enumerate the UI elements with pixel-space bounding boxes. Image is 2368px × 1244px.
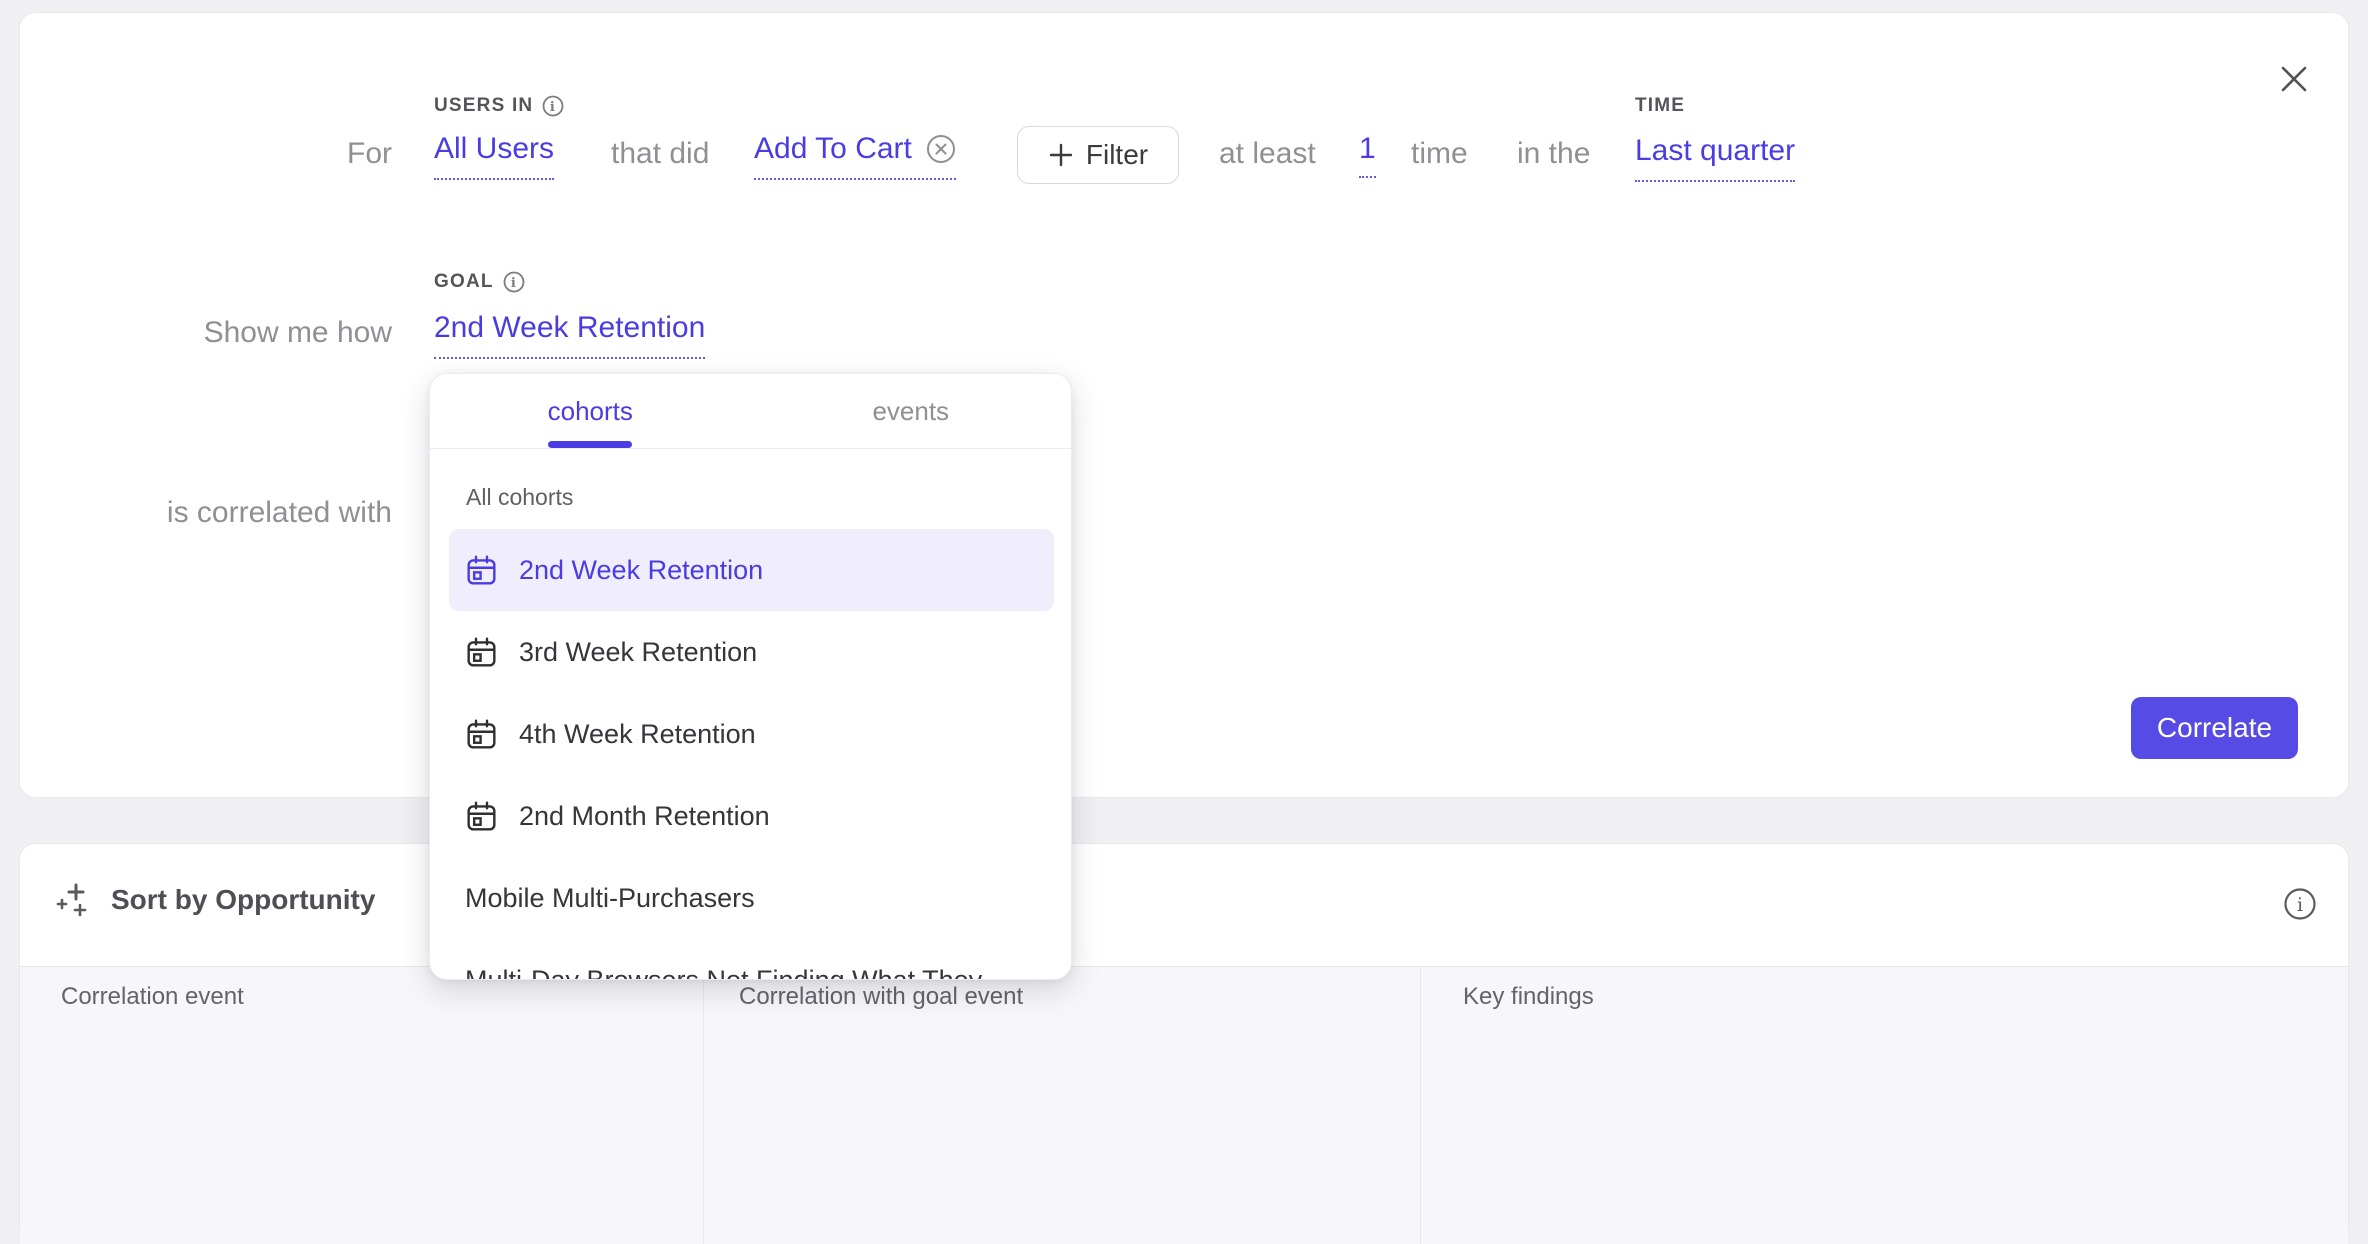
time-range-selector[interactable]: Last quarter — [1635, 134, 1795, 182]
sort-by-opportunity-label: Sort by Opportunity — [111, 884, 375, 916]
goal-dropdown: cohorts events All cohorts 2nd Week Rete… — [429, 373, 1072, 980]
svg-text:i: i — [550, 100, 556, 115]
for-prefix: For — [101, 137, 392, 171]
goal-label-row: GOAL i — [434, 271, 525, 293]
users-in-label-row: USERS IN i — [434, 95, 564, 117]
time-range-value: Last quarter — [1635, 134, 1795, 182]
users-in-selector[interactable]: All Users — [434, 132, 554, 180]
sort-by-opportunity-button[interactable]: Sort by Opportunity — [54, 880, 375, 920]
sparkle-icon — [54, 880, 94, 920]
time-label: TIME — [1635, 95, 1685, 117]
column-header-correlation-with-goal-event[interactable]: Correlation with goal event — [703, 967, 1420, 1244]
dropdown-tabs: cohorts events — [430, 374, 1071, 449]
remove-event-icon[interactable] — [926, 134, 956, 164]
info-icon[interactable]: i — [503, 271, 525, 293]
info-icon[interactable]: i — [2283, 887, 2317, 921]
info-icon[interactable]: i — [542, 95, 564, 117]
show-me-how-word: Show me how — [204, 316, 392, 349]
calendar-icon — [465, 554, 498, 587]
column-header-correlation-event[interactable]: Correlation event — [20, 967, 703, 1244]
list-item-3rd-week-retention[interactable]: 3rd Week Retention — [449, 611, 1054, 693]
goal-selector[interactable]: 2nd Week Retention — [434, 311, 705, 359]
goal-value: 2nd Week Retention — [434, 311, 705, 359]
list-item-multi-day-browsers[interactable]: Multi-Day Browsers Not Finding What They — [449, 939, 1054, 980]
at-least-word: at least — [1219, 137, 1316, 171]
calendar-icon — [465, 800, 498, 833]
for-word: For — [347, 137, 392, 170]
add-filter-button[interactable]: Filter — [1017, 126, 1179, 184]
filter-button-label: Filter — [1086, 139, 1148, 171]
list-item-4th-week-retention[interactable]: 4th Week Retention — [449, 693, 1054, 775]
list-item-label: 2nd Week Retention — [519, 555, 763, 586]
calendar-icon — [465, 718, 498, 751]
users-in-label: USERS IN — [434, 95, 533, 117]
show-me-how-prefix: Show me how — [101, 316, 392, 350]
svg-text:i: i — [511, 276, 517, 291]
tab-events[interactable]: events — [751, 374, 1072, 448]
list-item-2nd-month-retention[interactable]: 2nd Month Retention — [449, 775, 1054, 857]
time-label-row: TIME — [1635, 95, 1685, 117]
close-icon[interactable] — [2279, 64, 2309, 94]
query-builder-card: For USERS IN i All Users that did Add To… — [19, 12, 2349, 798]
count-value[interactable]: 1 — [1359, 132, 1376, 178]
tab-cohorts[interactable]: cohorts — [430, 374, 751, 448]
list-item-2nd-week-retention[interactable]: 2nd Week Retention — [449, 529, 1054, 611]
event-selector[interactable]: Add To Cart — [754, 132, 956, 180]
dropdown-section-header: All cohorts — [466, 484, 573, 511]
goal-label: GOAL — [434, 271, 494, 293]
is-correlated-with-prefix: is correlated with — [101, 496, 392, 530]
list-item-label: 2nd Month Retention — [519, 801, 770, 832]
tab-cohorts-label: cohorts — [548, 396, 633, 427]
plus-icon — [1048, 142, 1074, 168]
list-item-label: Multi-Day Browsers Not Finding What They — [465, 965, 982, 981]
svg-text:i: i — [2297, 894, 2303, 916]
in-the-word: in the — [1517, 137, 1590, 171]
is-correlated-with-word: is correlated with — [167, 496, 392, 529]
correlate-button[interactable]: Correlate — [2131, 697, 2298, 759]
calendar-icon — [465, 636, 498, 669]
list-item-label: Mobile Multi-Purchasers — [465, 883, 755, 914]
column-header-key-findings[interactable]: Key findings — [1420, 967, 2348, 1244]
tab-events-label: events — [872, 396, 949, 427]
active-tab-indicator — [548, 441, 632, 448]
list-item-label: 4th Week Retention — [519, 719, 756, 750]
event-value: Add To Cart — [754, 132, 912, 166]
list-item-mobile-multi-purchasers[interactable]: Mobile Multi-Purchasers — [449, 857, 1054, 939]
list-item-label: 3rd Week Retention — [519, 637, 757, 668]
results-toolbar: Sort by Opportunity i — [20, 844, 2348, 966]
time-word: time — [1411, 137, 1468, 171]
users-in-value: All Users — [434, 132, 554, 180]
results-card: Sort by Opportunity i Correlation event … — [19, 843, 2349, 1243]
that-did-word: that did — [611, 137, 709, 171]
